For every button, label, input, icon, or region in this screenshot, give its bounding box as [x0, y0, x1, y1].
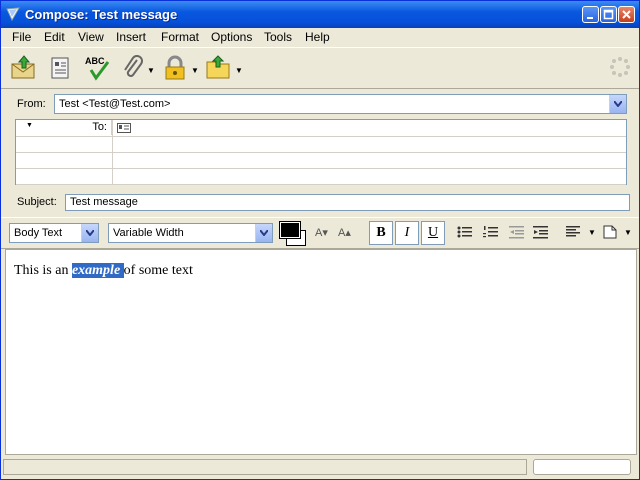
message-body-text[interactable]: This is an example of some text — [14, 263, 193, 279]
increase-font-button[interactable]: A▴ — [338, 226, 351, 239]
window-title: Compose: Test message — [25, 7, 178, 22]
attach-dropdown-icon[interactable]: ▼ — [147, 66, 155, 75]
spellcheck-button[interactable]: ABC — [83, 54, 111, 82]
address-type-dropdown-icon[interactable]: ▼ — [26, 122, 33, 129]
security-button[interactable] — [161, 54, 189, 82]
align-left-icon[interactable] — [566, 225, 582, 239]
chevron-down-icon — [614, 101, 622, 107]
progress-panel — [533, 459, 631, 475]
compose-window: Compose: Test message File Edit View Ins… — [0, 0, 640, 480]
message-body-editor[interactable]: This is an example of some text — [5, 249, 637, 455]
maximize-icon — [603, 9, 614, 20]
status-bar — [1, 457, 639, 479]
save-dropdown-icon[interactable]: ▼ — [235, 66, 243, 75]
from-select[interactable]: Test <Test@Test.com> — [54, 94, 627, 114]
body-selected-text[interactable]: example — [71, 263, 124, 278]
menu-bar: File Edit View Insert Format Options Too… — [1, 28, 639, 46]
arrow-down-icon: ▾ — [322, 227, 328, 239]
align-dropdown-icon[interactable]: ▼ — [588, 228, 596, 237]
paragraph-style-value: Body Text — [14, 227, 63, 239]
contact-card-icon — [117, 123, 131, 133]
subject-value: Test message — [70, 196, 138, 208]
text-color-picker[interactable] — [279, 221, 308, 246]
maximize-button[interactable] — [600, 6, 617, 23]
menu-help[interactable]: Help — [305, 30, 330, 44]
spellcheck-label: ABC — [85, 56, 105, 66]
minimize-button[interactable] — [582, 6, 599, 23]
italic-button[interactable]: I — [395, 221, 419, 245]
attach-icon — [124, 55, 143, 77]
menu-format[interactable]: Format — [161, 30, 199, 44]
close-button[interactable] — [618, 6, 635, 23]
title-bar[interactable]: Compose: Test message — [1, 1, 639, 28]
chevron-down-icon — [86, 230, 94, 236]
menu-edit[interactable]: Edit — [44, 30, 65, 44]
arrow-up-icon: ▴ — [345, 227, 351, 239]
address-book-button[interactable] — [46, 54, 74, 82]
from-dropdown-button[interactable] — [609, 95, 626, 113]
menu-insert[interactable]: Insert — [116, 30, 146, 44]
save-button[interactable] — [205, 54, 233, 82]
format-toolbar: Body Text Variable Width A▾ A▴ B I U ▼ ▼ — [1, 217, 639, 249]
recipient-row[interactable]: ▼ To: — [16, 120, 626, 137]
subject-input[interactable]: Test message — [65, 194, 630, 211]
recipient-row[interactable] — [16, 136, 626, 153]
address-book-icon — [51, 57, 69, 79]
insert-object-icon[interactable] — [603, 225, 617, 239]
compose-app-icon — [6, 7, 20, 21]
menu-tools[interactable]: Tools — [264, 30, 292, 44]
save-folder-icon — [206, 55, 230, 79]
paragraph-style-select[interactable]: Body Text — [9, 223, 99, 243]
to-address-input[interactable] — [134, 120, 626, 136]
body-text-after: of some text — [123, 263, 193, 278]
decrease-font-button[interactable]: A▾ — [315, 226, 328, 239]
from-value: Test <Test@Test.com> — [59, 98, 171, 110]
send-button[interactable] — [10, 54, 38, 82]
recipient-list[interactable]: ▼ To: — [15, 119, 627, 185]
address-type-select[interactable]: ▼ To: — [16, 120, 112, 135]
security-lock-icon — [165, 55, 185, 80]
subject-label: Subject: — [17, 196, 57, 208]
send-icon — [11, 55, 35, 79]
underline-button[interactable]: U — [421, 221, 445, 245]
font-dropdown-button[interactable] — [255, 224, 272, 242]
font-value: Variable Width — [113, 227, 184, 239]
outdent-icon[interactable] — [509, 225, 525, 239]
security-dropdown-icon[interactable]: ▼ — [191, 66, 199, 75]
recipient-row[interactable] — [16, 168, 626, 185]
from-label: From: — [17, 98, 46, 110]
throbber-icon — [610, 57, 630, 77]
font-select[interactable]: Variable Width — [108, 223, 273, 243]
bold-button[interactable]: B — [369, 221, 393, 245]
attach-button[interactable] — [119, 54, 147, 82]
paragraph-style-dropdown-button[interactable] — [81, 224, 98, 242]
activity-throbber — [609, 56, 631, 78]
status-text-panel — [3, 459, 527, 475]
menu-view[interactable]: View — [78, 30, 104, 44]
indent-icon[interactable] — [533, 225, 549, 239]
to-label: To: — [92, 121, 107, 133]
bullet-list-icon[interactable] — [457, 225, 473, 239]
numbered-list-icon[interactable] — [483, 225, 499, 239]
menu-options[interactable]: Options — [211, 30, 252, 44]
minimize-icon — [587, 17, 593, 19]
insert-dropdown-icon[interactable]: ▼ — [624, 228, 632, 237]
menu-file[interactable]: File — [12, 30, 31, 44]
recipient-row[interactable] — [16, 152, 626, 169]
body-text-before: This is an — [14, 263, 72, 278]
close-icon — [622, 10, 631, 19]
foreground-color-swatch[interactable] — [279, 221, 301, 239]
chevron-down-icon — [260, 230, 268, 236]
main-toolbar: ABC ▼ ▼ ▼ — [1, 47, 639, 89]
